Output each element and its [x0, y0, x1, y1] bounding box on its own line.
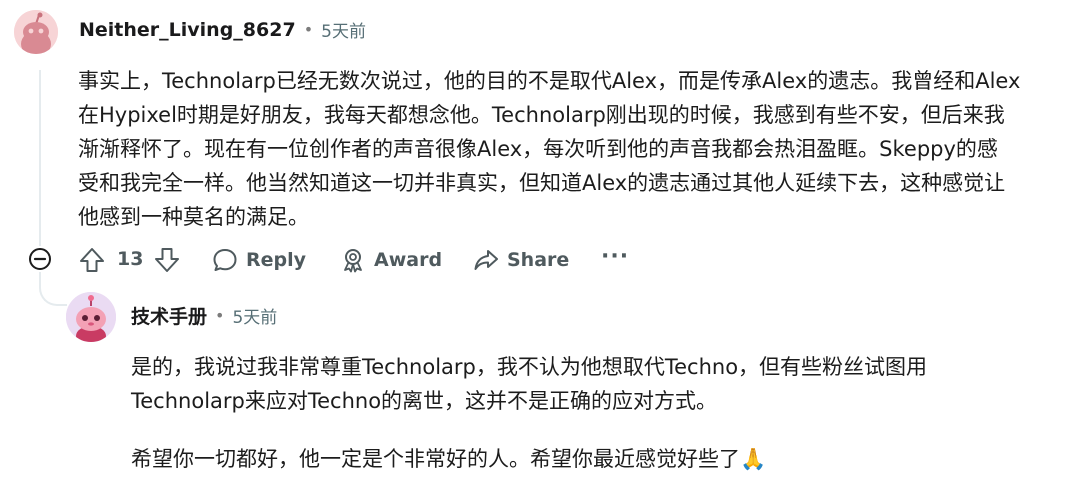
award-button[interactable]: Award [340, 247, 442, 273]
comment-timestamp[interactable]: 5天前 [321, 17, 366, 42]
vote-count: 13 [117, 248, 144, 270]
upvote-button[interactable] [78, 246, 106, 278]
reply-line: 是的，我说过我非常尊重Technolarp，我不认为他想取代Techno，但有些… [131, 355, 928, 379]
comment-line: 他感到一种莫名的满足。 [78, 205, 309, 229]
downvote-icon [155, 248, 179, 272]
share-label: Share [507, 249, 570, 271]
reply-button[interactable]: Reply [212, 247, 306, 273]
comment-line: 在Hypixel时期是好朋友，我每天都想念他。Technolarp刚出现的时候，… [78, 103, 1005, 127]
award-icon [344, 249, 362, 273]
upvote-icon [80, 248, 104, 272]
reply-avatar[interactable] [66, 292, 116, 342]
comment-line: 事实上，Technolarp已经无数次说过，他的目的不是取代Alex，而是传承A… [78, 69, 1021, 93]
comment-meta: Neither_Living_8627 • 5天前 [79, 17, 366, 43]
collapse-thread-button[interactable] [28, 247, 52, 275]
comment-username[interactable]: Neither_Living_8627 [79, 19, 296, 41]
reply-timestamp[interactable]: 5天前 [232, 303, 277, 328]
reply-body: 是的，我说过我非常尊重Technolarp，我不认为他想取代Techno，但有些… [131, 350, 1071, 476]
share-icon [474, 250, 498, 270]
meta-separator: • [303, 20, 314, 39]
award-label: Award [374, 249, 443, 271]
collapse-icon [29, 248, 51, 270]
reply-meta: 技术手册 • 5天前 [131, 302, 277, 329]
reply-icon [213, 249, 237, 271]
downvote-button[interactable] [153, 246, 181, 278]
thread-line [39, 70, 41, 246]
comment-line: 受和我完全一样。他当然知道这一切并非真实，但知道Alex的遗志通过其他人延续下去… [78, 171, 1006, 195]
comment-body: 事实上，Technolarp已经无数次说过，他的目的不是取代Alex，而是传承A… [78, 64, 1073, 234]
comment-line: 渐渐释怀了。现在有一位创作者的声音很像Alex，每次听到他的声音我都会热泪盈眶。… [78, 137, 998, 161]
meta-separator: • [215, 306, 225, 325]
reply-username[interactable]: 技术手册 [131, 302, 207, 329]
reply-line: 希望你一切都好，他一定是个非常好的人。希望你最近感觉好些了🙏 [131, 447, 767, 471]
reply-label: Reply [246, 249, 307, 271]
share-button[interactable]: Share [473, 247, 569, 273]
avatar[interactable] [14, 10, 58, 54]
more-options-icon[interactable]: ··· [601, 244, 629, 269]
reply-line: Technolarp来应对Techno的离世，这并不是正确的应对方式。 [131, 389, 718, 413]
reply-thread-connector [39, 272, 67, 306]
